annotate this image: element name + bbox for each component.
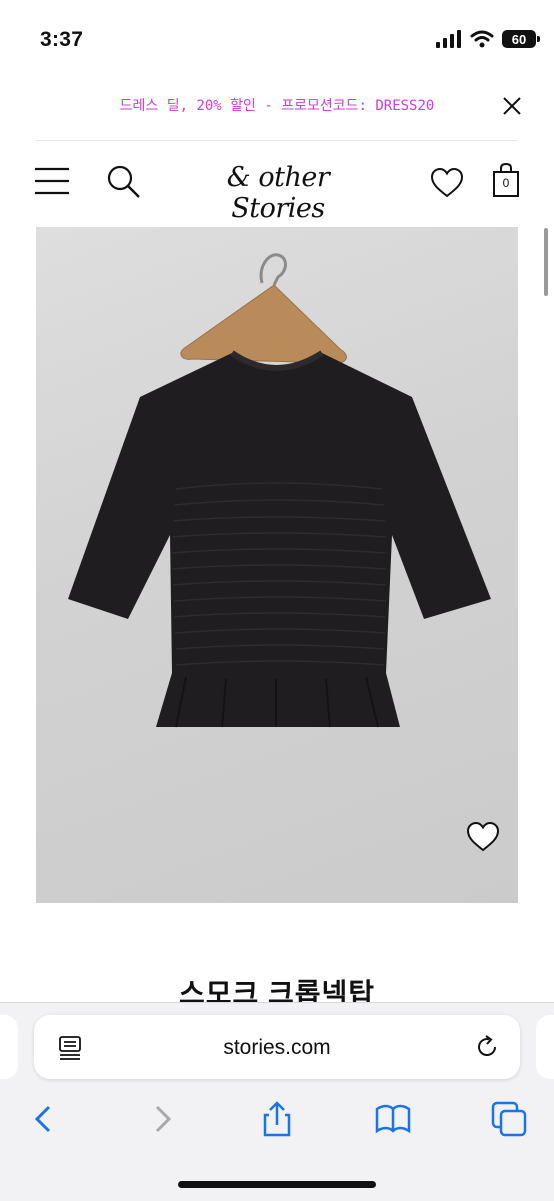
site-header: & other Stories 0 xyxy=(0,152,554,224)
promo-text: 드레스 딜, 20% 할인 - 프로모션코드: DRESS20 xyxy=(119,98,435,114)
search-icon[interactable] xyxy=(106,164,142,200)
close-icon[interactable] xyxy=(500,94,524,118)
reload-icon[interactable] xyxy=(474,1034,500,1060)
heart-icon[interactable] xyxy=(430,167,464,199)
next-tab-stub[interactable] xyxy=(536,1015,554,1079)
wifi-icon xyxy=(470,30,494,48)
browser-toolbar xyxy=(0,1095,554,1145)
wishlist-heart-icon[interactable] xyxy=(466,821,500,853)
bag-icon[interactable]: 0 xyxy=(492,162,520,198)
browser-bar: stories.com xyxy=(0,1002,554,1201)
status-icons: 60 xyxy=(436,30,540,48)
url-text[interactable]: stories.com xyxy=(34,1036,520,1060)
bookmarks-icon[interactable] xyxy=(375,1101,411,1137)
menu-icon[interactable] xyxy=(34,166,70,196)
previous-tab-stub[interactable] xyxy=(0,1015,18,1079)
signal-icon xyxy=(436,30,461,48)
brand-logo[interactable]: & other Stories xyxy=(180,162,376,224)
back-icon[interactable] xyxy=(26,1101,62,1137)
share-icon[interactable] xyxy=(259,1101,295,1137)
status-bar: 3:37 60 xyxy=(0,0,554,80)
tabs-icon[interactable] xyxy=(491,1101,527,1137)
status-time: 3:37 xyxy=(40,28,84,51)
address-bar[interactable]: stories.com xyxy=(34,1015,520,1079)
product-photo xyxy=(68,253,491,728)
divider xyxy=(36,140,518,141)
promo-banner[interactable]: 드레스 딜, 20% 할인 - 프로모션코드: DRESS20 xyxy=(0,86,554,126)
product-image[interactable] xyxy=(36,227,518,903)
battery-indicator: 60 xyxy=(502,30,540,48)
scroll-indicator xyxy=(544,228,548,296)
home-indicator xyxy=(178,1181,376,1188)
bag-count: 0 xyxy=(502,176,510,190)
forward-icon[interactable] xyxy=(144,1101,180,1137)
